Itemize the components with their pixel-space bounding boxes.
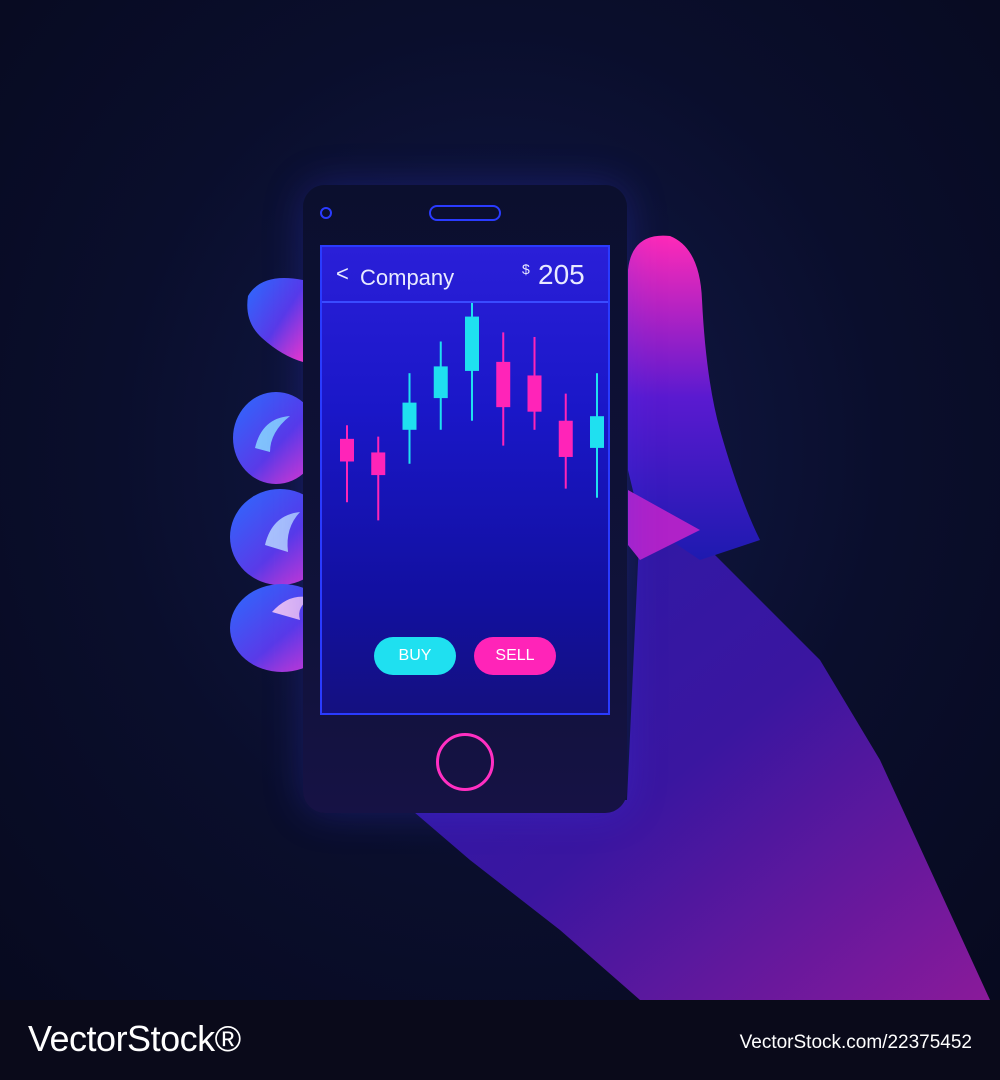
illustration-scene: < Company $ 205 BUY SELL xyxy=(0,0,1000,1000)
home-button[interactable] xyxy=(436,733,494,791)
back-chevron-icon[interactable]: < xyxy=(336,261,349,287)
candle-body xyxy=(527,375,542,412)
candle-body xyxy=(340,438,354,462)
finger-top-shape xyxy=(247,278,303,362)
candle-body xyxy=(371,452,386,476)
candle-body xyxy=(402,402,417,430)
earpiece-speaker xyxy=(429,205,501,221)
price-value: 205 xyxy=(538,259,585,290)
vectorstock-logo: VectorStock® xyxy=(28,1018,241,1059)
image-id-label: VectorStock.com/22375452 xyxy=(739,1032,972,1053)
candle-body xyxy=(496,361,511,408)
smartphone: < Company $ 205 BUY SELL xyxy=(303,185,627,813)
front-camera xyxy=(320,207,332,219)
app-header: < Company $ 205 xyxy=(322,247,608,303)
buy-button[interactable]: BUY xyxy=(374,637,456,675)
sell-button[interactable]: SELL xyxy=(474,637,556,675)
candle-body xyxy=(433,366,448,399)
watermark-bar: VectorStock® VectorStock.com/22375452 xyxy=(0,1000,1000,1080)
currency-symbol: $ xyxy=(522,261,530,277)
candlestick-chart xyxy=(340,303,604,521)
phone-screen: < Company $ 205 BUY SELL xyxy=(320,245,610,715)
company-title: Company xyxy=(360,265,455,290)
candle-body xyxy=(590,416,604,448)
candle-body xyxy=(558,420,573,457)
candle-body xyxy=(465,316,479,371)
